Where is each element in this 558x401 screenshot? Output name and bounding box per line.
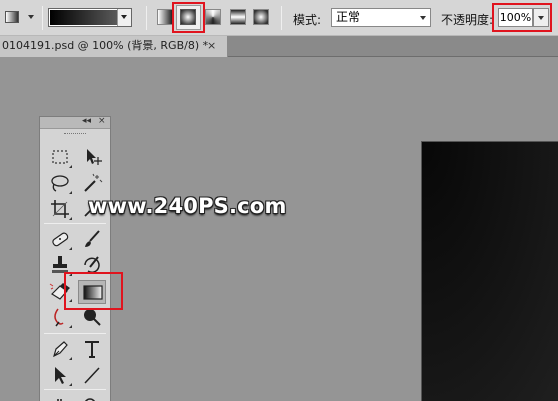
divider [281, 6, 282, 30]
angle-gradient-icon[interactable] [205, 9, 221, 25]
tool-preset-picker[interactable] [2, 8, 38, 28]
reflected-gradient-icon[interactable] [230, 9, 246, 25]
tool-group-indicator [69, 247, 72, 250]
move-icon[interactable] [79, 145, 105, 169]
gradient-picker[interactable] [48, 8, 132, 27]
close-icon[interactable]: × [98, 116, 106, 126]
tool-divider [44, 333, 106, 334]
collapse-icon[interactable]: ◂◂ [82, 116, 91, 126]
mode-select[interactable]: 正常 [331, 8, 431, 27]
line-icon[interactable] [79, 363, 105, 387]
linear-gradient-icon[interactable] [157, 9, 173, 25]
tool-group-indicator [69, 191, 72, 194]
tools-panel: ◂◂ × [39, 116, 111, 401]
divider [146, 6, 147, 30]
tools-panel-header[interactable]: ◂◂ × [40, 116, 110, 129]
divider [42, 6, 43, 30]
healing-brush-icon[interactable] [47, 227, 73, 251]
tool-group-indicator [69, 325, 72, 328]
tool-group-indicator [69, 383, 72, 386]
brush-icon[interactable] [79, 227, 105, 251]
gradient-tool-highlight [64, 272, 123, 310]
photoshop-window: 模式: 正常 不透明度: 100% 0104191.psd @ 100% (背景… [0, 0, 558, 401]
tool-group-indicator [69, 217, 72, 220]
pen-icon[interactable] [47, 337, 73, 361]
chevron-down-icon [420, 16, 426, 20]
tool-group-indicator [69, 165, 72, 168]
lasso-icon[interactable] [47, 171, 73, 195]
hand-icon[interactable] [47, 393, 73, 401]
document-tab-title: 0104191.psd @ 100% (背景, RGB/8) * [2, 39, 209, 52]
gradient-picker-dropdown[interactable] [117, 9, 131, 26]
gradient-swatch[interactable] [50, 10, 117, 25]
opacity-label: 不透明度: [441, 13, 494, 27]
diamond-gradient-icon[interactable] [253, 9, 269, 25]
zoom-icon[interactable] [79, 393, 105, 401]
close-icon[interactable]: × [207, 36, 216, 56]
path-selection-icon[interactable] [47, 363, 73, 387]
type-icon[interactable] [79, 337, 105, 361]
options-bar: 模式: 正常 不透明度: 100% [0, 0, 558, 36]
watermark: www.240PS.com [88, 194, 287, 218]
crop-icon[interactable] [47, 197, 73, 221]
tool-group-indicator [69, 357, 72, 360]
tool-divider [44, 223, 106, 224]
document-tab[interactable]: 0104191.psd @ 100% (背景, RGB/8) * [0, 36, 228, 57]
document-canvas[interactable] [421, 141, 558, 401]
mode-value: 正常 [336, 10, 361, 24]
radial-gradient-highlight [172, 2, 205, 33]
tool-divider [44, 389, 106, 390]
opacity-highlight [492, 3, 552, 32]
chevron-down-icon [28, 15, 34, 19]
gradient-tool-preset-icon [5, 11, 19, 23]
mode-label: 模式: [293, 13, 322, 27]
document-tab-bar: 0104191.psd @ 100% (背景, RGB/8) * × [0, 36, 558, 57]
panel-grip[interactable] [64, 133, 86, 135]
rectangular-marquee-icon[interactable] [47, 145, 73, 169]
magic-wand-icon[interactable] [79, 171, 105, 195]
